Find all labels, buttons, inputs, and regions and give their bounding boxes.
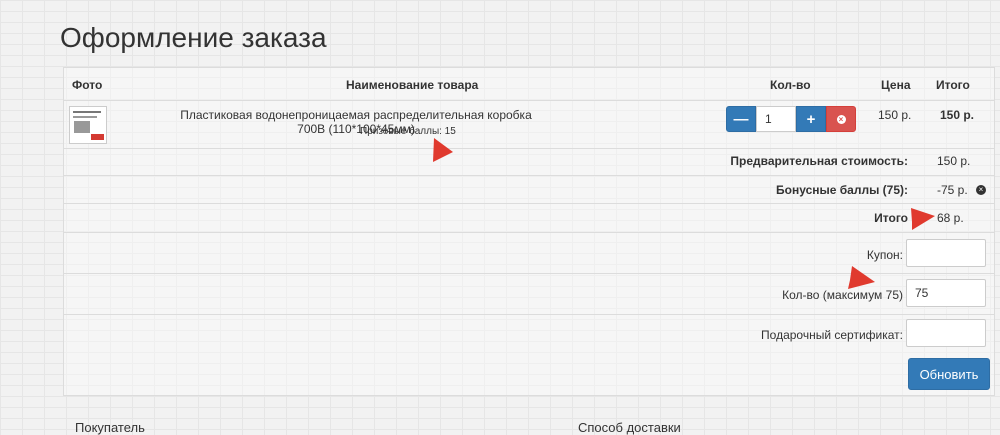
remove-item-button[interactable]: × [826, 106, 856, 132]
remove-circle-icon[interactable]: × [976, 185, 986, 195]
buyer-section-title: Покупатель [75, 420, 145, 435]
coupon-input[interactable] [906, 239, 986, 267]
divider [64, 314, 994, 315]
order-total-label: Итого [874, 211, 908, 225]
coupon-label: Купон: [866, 248, 903, 262]
quantity-stepper: — 1 + × [726, 106, 856, 132]
divider [64, 232, 994, 233]
product-thumbnail[interactable] [69, 106, 107, 144]
increase-button[interactable]: + [796, 106, 826, 132]
subtotal-label: Предварительная стоимость: [730, 154, 908, 168]
divider [64, 175, 994, 176]
product-reward-points: Призовые баллы: 15 [360, 126, 456, 137]
plus-icon: + [806, 110, 816, 128]
header-product-name: Наименование товара [346, 78, 479, 92]
page-title: Оформление заказа [60, 22, 327, 53]
gift-voucher-label: Подарочный сертификат: [761, 328, 903, 342]
bonus-points-label: Бонусные баллы (75): [775, 183, 908, 197]
gift-voucher-input[interactable] [906, 319, 986, 347]
order-total-value: 68 р. [937, 211, 964, 225]
reward-points-input[interactable]: 75 [906, 279, 986, 307]
item-total: 150 р. [940, 108, 975, 122]
remove-icon: × [836, 114, 846, 124]
decrease-button[interactable]: — [726, 106, 756, 132]
quantity-input[interactable]: 1 [756, 106, 796, 132]
header-photo: Фото [72, 78, 103, 92]
item-price: 150 р. [878, 108, 912, 122]
subtotal-value: 150 р. [937, 154, 971, 168]
shipping-section-title: Способ доставки [578, 420, 681, 435]
divider [64, 100, 994, 101]
header-total: Итого [936, 78, 970, 92]
header-quantity: Кол-во [770, 78, 811, 92]
divider [64, 203, 994, 204]
update-button[interactable]: Обновить [908, 358, 990, 390]
reward-points-label: Кол-во (максимум 75) [782, 288, 903, 302]
cart-table: Фото Наименование товара Кол-во Цена Ито… [63, 67, 995, 396]
product-name-link[interactable]: Пластиковая водонепроницаемая распредели… [176, 108, 536, 136]
divider [64, 273, 994, 274]
bonus-points-value: -75 р. [937, 183, 968, 197]
minus-icon: — [733, 110, 749, 128]
header-price: Цена [881, 78, 911, 92]
divider [64, 148, 994, 149]
